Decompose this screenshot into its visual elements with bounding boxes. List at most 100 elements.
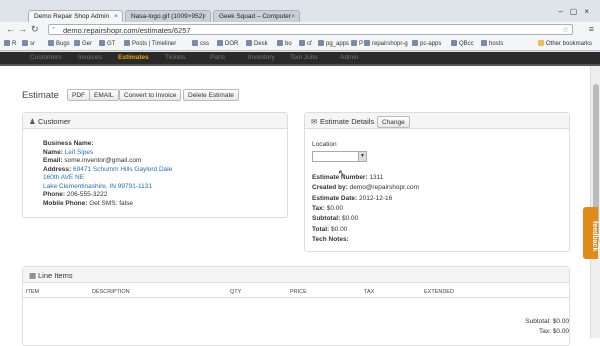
back-icon[interactable]: ← — [6, 24, 15, 34]
bookmark[interactable]: R — [4, 40, 16, 47]
tax-field: Tax: $0.00 — [312, 205, 343, 212]
bookmark-icon — [4, 40, 10, 46]
nav-estimates[interactable]: Estimates — [118, 54, 149, 61]
nav-tickets[interactable]: Tickets — [165, 54, 185, 61]
reload-icon[interactable]: ↻ — [31, 24, 39, 35]
location-select[interactable]: ▼ — [312, 151, 367, 162]
estimate-panel-header: ✉ Estimate Details — [305, 113, 569, 129]
nav-admin[interactable]: Admin — [340, 54, 358, 61]
estimate-heading: Estimate Details — [320, 117, 375, 126]
bookmark[interactable]: GT — [99, 40, 115, 47]
total-field: Total: $0.00 — [312, 226, 348, 233]
estimate-number-field: Estimate Number: 1311 — [312, 174, 384, 181]
bookmark[interactable]: QBcc — [451, 40, 474, 47]
nav-inventory[interactable]: Inventory — [248, 54, 275, 61]
estimate-date-field: Estimate Date: 2012-12-16 — [312, 195, 393, 202]
bookmark-icon — [74, 40, 80, 46]
bookmark[interactable]: cf — [299, 40, 312, 47]
change-button[interactable]: Change — [377, 116, 410, 128]
bookmark[interactable]: Ger — [74, 40, 92, 47]
tech-notes-field: Tech Notes: — [312, 236, 349, 243]
column-extended: EXTENDED — [424, 289, 454, 295]
line-items-tax: Tax: $0.00 — [539, 328, 569, 335]
app-nav: Customers Invoices Estimates Tickets Par… — [0, 52, 600, 66]
bookmark-icon — [246, 40, 252, 46]
nav-customers[interactable]: Customers — [30, 54, 61, 61]
bookmark-icon — [217, 40, 223, 46]
envelope-icon: ✉ — [311, 117, 318, 126]
convert-to-invoice-button[interactable]: Convert to Invoice — [119, 89, 182, 101]
business-name-field: Business Name: — [43, 140, 94, 147]
customer-heading: Customer — [38, 117, 71, 126]
bookmark[interactable]: hosts — [481, 40, 503, 47]
window-controls[interactable]: –▢× — [558, 7, 596, 16]
line-items-heading: Line Items — [38, 271, 73, 280]
tab-title: Demo Repair Shop Admin — [34, 13, 110, 20]
bookmark[interactable]: repairshopr-g — [364, 40, 408, 47]
bookmark-icon — [192, 40, 198, 46]
bookmark-icon — [299, 40, 305, 46]
forward-icon[interactable]: → — [18, 24, 27, 34]
bookmark[interactable]: P — [351, 40, 363, 47]
bookmark-icon — [99, 40, 105, 46]
customer-panel-header: ♟ Customer — [23, 113, 287, 129]
bookmark-icon — [451, 40, 457, 46]
bookmark[interactable]: css — [192, 40, 209, 47]
location-label: Location — [312, 141, 337, 148]
email-button[interactable]: EMAIL — [89, 89, 119, 101]
bookmark-icon — [48, 40, 54, 46]
bookmark[interactable]: Posts | Timeliner — [124, 40, 176, 47]
nav-invoices[interactable]: Invoices — [78, 54, 102, 61]
address-link[interactable]: 69471 Schumm Hills Gaylord Dale — [73, 166, 172, 173]
list-icon: ▦ — [29, 271, 37, 280]
other-bookmarks[interactable]: Other bookmarks — [538, 40, 592, 47]
close-icon[interactable]: × — [291, 13, 295, 20]
customer-name-field: Name: Leif Sipes — [43, 149, 94, 156]
bookmark[interactable]: sr — [22, 40, 35, 47]
line-items-panel: ▦ Line Items — [22, 266, 570, 346]
customer-phone-field: Phone: 206-555-3222 — [43, 191, 108, 198]
close-icon[interactable]: × — [202, 13, 206, 20]
bookmark[interactable]: pg_apps — [318, 40, 349, 47]
address-line-3[interactable]: Lake Clementinashire, IN 99791-1131 — [43, 183, 152, 190]
nav-parts[interactable]: Parts — [210, 54, 225, 61]
column-price: PRICE — [290, 289, 307, 295]
bookmark[interactable]: DOR — [217, 40, 238, 47]
close-icon[interactable]: × — [114, 13, 118, 20]
bookmark-icon — [22, 40, 28, 46]
bookmark[interactable]: Bugs — [48, 40, 70, 47]
bookmark-icon — [412, 40, 418, 46]
user-icon: ♟ — [29, 117, 36, 126]
star-icon[interactable]: ☆ — [562, 25, 569, 34]
address-line-2[interactable]: 160th AVE NE — [43, 174, 84, 181]
feedback-tab[interactable]: feedback — [583, 207, 598, 259]
bookmark[interactable]: Desk — [246, 40, 268, 47]
bookmark-icon — [481, 40, 487, 46]
customer-email-field: Email: some.inventor@gmail.com — [43, 157, 142, 164]
tab-title: Geek Squad – Computer — [219, 13, 291, 20]
menu-icon[interactable]: ≡ — [589, 24, 594, 34]
bookmark[interactable]: bo — [277, 40, 292, 47]
bookmark-icon — [318, 40, 324, 46]
created-by-field: Created by: demo@repairshopr.com — [312, 184, 420, 191]
tab-title: Nasa-logo.gif (1009×952) — [131, 13, 205, 20]
column-tax: TAX — [364, 289, 375, 295]
line-items-subtotal: Subtotal: $0.00 — [525, 318, 569, 325]
bookmark-icon — [124, 40, 130, 46]
customer-mobile-field: Mobile Phone: Get SMS: false — [43, 200, 133, 207]
delete-estimate-button[interactable]: Delete Estimate — [183, 89, 239, 101]
url-input[interactable]: ▫ demo.repairshopr.com/estimates/6257 ☆ — [48, 24, 573, 35]
customer-name-link[interactable]: Leif Sipes — [65, 149, 94, 156]
line-items-table-header: ITEM DESCRIPTION QTY PRICE TAX EXTENDED — [22, 286, 570, 298]
tab-strip: Demo Repair Shop Admin × Nasa-logo.gif (1… — [0, 5, 600, 23]
chevron-down-icon: ▼ — [358, 152, 366, 161]
nav-tool-jobs[interactable]: Tool Jobs — [290, 54, 317, 61]
pdf-button[interactable]: PDF — [67, 89, 90, 101]
bookmark[interactable]: pc-apps — [412, 40, 441, 47]
page-scrollbar[interactable] — [590, 66, 600, 338]
address-bar-row: ← → ↻ ▫ demo.repairshopr.com/estimates/6… — [0, 22, 600, 37]
column-item: ITEM — [26, 289, 40, 295]
customer-address-field: Address: 69471 Schumm Hills Gaylord Dale — [43, 166, 173, 173]
column-qty: QTY — [230, 289, 242, 295]
subtotal-field: Subtotal: $0.00 — [312, 215, 359, 222]
